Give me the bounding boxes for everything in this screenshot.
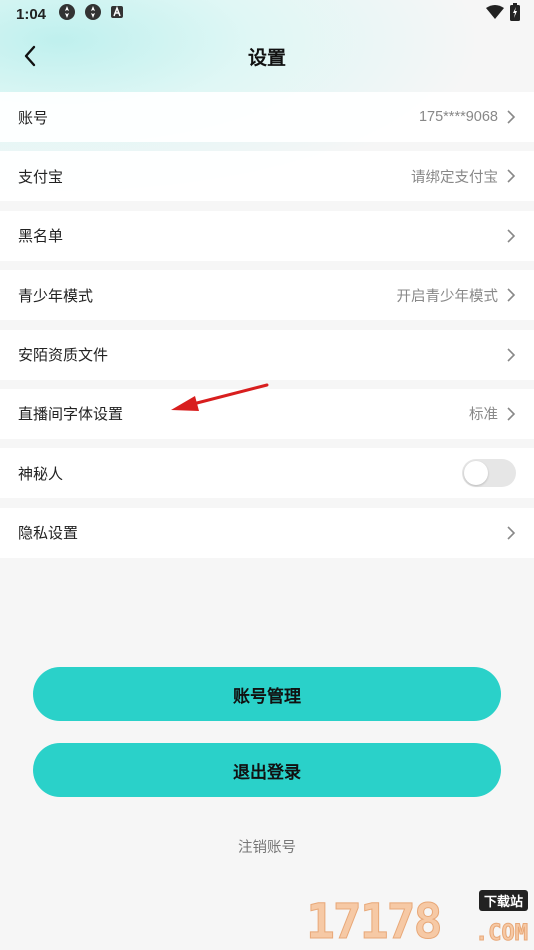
settings-row-blacklist[interactable]: 黑名单 bbox=[0, 210, 534, 261]
watermark-tag: 下载站 bbox=[478, 890, 528, 911]
chevron-right-icon bbox=[507, 526, 516, 540]
logout-button[interactable]: 退出登录 bbox=[33, 743, 501, 797]
notification-a-icon bbox=[110, 5, 124, 23]
settings-row-privacy[interactable]: 隐私设置 bbox=[0, 507, 534, 558]
status-bar: 1:04 bbox=[0, 0, 534, 28]
row-label: 安陌资质文件 bbox=[18, 346, 109, 365]
row-label: 青少年模式 bbox=[18, 286, 94, 305]
watermark-domain: .COM bbox=[475, 921, 529, 947]
row-label: 神秘人 bbox=[18, 464, 64, 483]
account-manage-button[interactable]: 账号管理 bbox=[33, 667, 501, 721]
sync-icon bbox=[58, 3, 76, 25]
chevron-left-icon bbox=[24, 45, 36, 67]
settings-row-alipay[interactable]: 支付宝 请绑定支付宝 bbox=[0, 151, 534, 202]
cancel-account-link[interactable]: 注销账号 bbox=[0, 836, 534, 857]
chevron-right-icon bbox=[507, 229, 516, 243]
settings-row-qualification[interactable]: 安陌资质文件 bbox=[0, 329, 534, 380]
status-time: 1:04 bbox=[16, 5, 47, 23]
annotation-arrow-icon bbox=[171, 383, 269, 411]
settings-row-teen-mode[interactable]: 青少年模式 开启青少年模式 bbox=[0, 270, 534, 321]
row-value: 请绑定支付宝 bbox=[411, 169, 498, 186]
status-right-icons bbox=[486, 3, 520, 25]
settings-row-mystery: 神秘人 bbox=[0, 448, 534, 499]
back-button[interactable] bbox=[14, 40, 46, 72]
header: 设置 bbox=[0, 28, 534, 84]
page-title: 设置 bbox=[247, 46, 286, 69]
settings-list: 账号 175****9068 支付宝 请绑定支付宝 黑名单 青少年模式 开启青少… bbox=[0, 92, 534, 567]
battery-charging-icon bbox=[510, 3, 520, 25]
row-value: 标准 bbox=[469, 407, 498, 424]
toggle-knob bbox=[464, 461, 488, 486]
sync-icon bbox=[84, 3, 102, 25]
row-label: 隐私设置 bbox=[18, 524, 79, 543]
chevron-right-icon bbox=[507, 407, 516, 421]
settings-row-account[interactable]: 账号 175****9068 bbox=[0, 92, 534, 142]
row-label: 账号 bbox=[18, 108, 49, 127]
row-value: 175****9068 bbox=[418, 109, 498, 125]
chevron-right-icon bbox=[507, 110, 516, 124]
chevron-right-icon bbox=[507, 347, 516, 362]
mystery-toggle[interactable] bbox=[462, 459, 516, 488]
row-label: 直播间字体设置 bbox=[18, 405, 124, 424]
row-label: 支付宝 bbox=[18, 167, 64, 186]
watermark-logo: 17178 下载站 .COM bbox=[306, 890, 530, 950]
watermark-number: 17178 bbox=[306, 894, 443, 950]
row-label: 黑名单 bbox=[18, 227, 64, 246]
chevron-right-icon bbox=[507, 169, 516, 183]
wifi-icon bbox=[486, 5, 504, 23]
row-value: 开启青少年模式 bbox=[396, 288, 499, 305]
chevron-right-icon bbox=[507, 288, 516, 302]
